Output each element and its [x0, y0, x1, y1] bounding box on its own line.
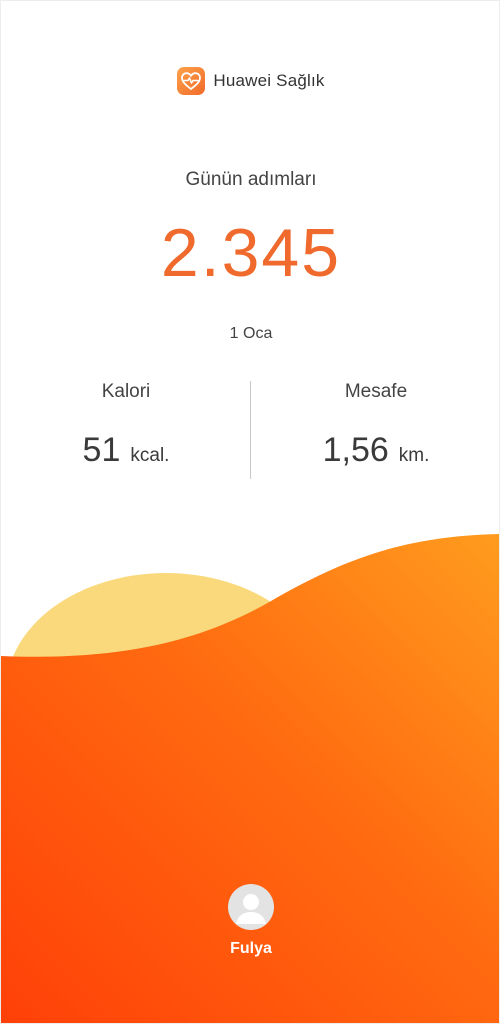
distance-value-row: 1,56 km.	[251, 431, 499, 470]
calories-unit: kcal.	[130, 445, 170, 466]
calories-label: Kalori	[101, 381, 151, 402]
calories-value: 51	[82, 431, 121, 469]
date-label: 1 Oca	[229, 325, 273, 342]
calories-value-row: 51 kcal.	[1, 431, 251, 470]
distance-unit: km.	[398, 445, 430, 466]
calories-stat: Kalori 51 kcal.	[1, 381, 251, 470]
distance-label: Mesafe	[344, 381, 408, 402]
decorative-waves	[1, 534, 499, 1023]
app-name: Huawei Sağlık	[213, 71, 325, 90]
profile-name: Fulya	[230, 940, 272, 957]
heart-pulse-icon	[177, 67, 206, 95]
distance-stat: Mesafe 1,56 km.	[251, 381, 499, 470]
steps-label: Günün adımları	[185, 169, 317, 190]
steps-value: 2.345	[160, 215, 342, 291]
distance-value: 1,56	[322, 431, 389, 469]
app-header: Huawei Sağlık	[1, 67, 499, 95]
user-avatar-icon[interactable]	[228, 884, 274, 930]
profile: Fulya	[1, 884, 499, 958]
share-card-screen: Huawei Sağlık Günün adımları 2.345 1 Oca…	[0, 0, 500, 1024]
